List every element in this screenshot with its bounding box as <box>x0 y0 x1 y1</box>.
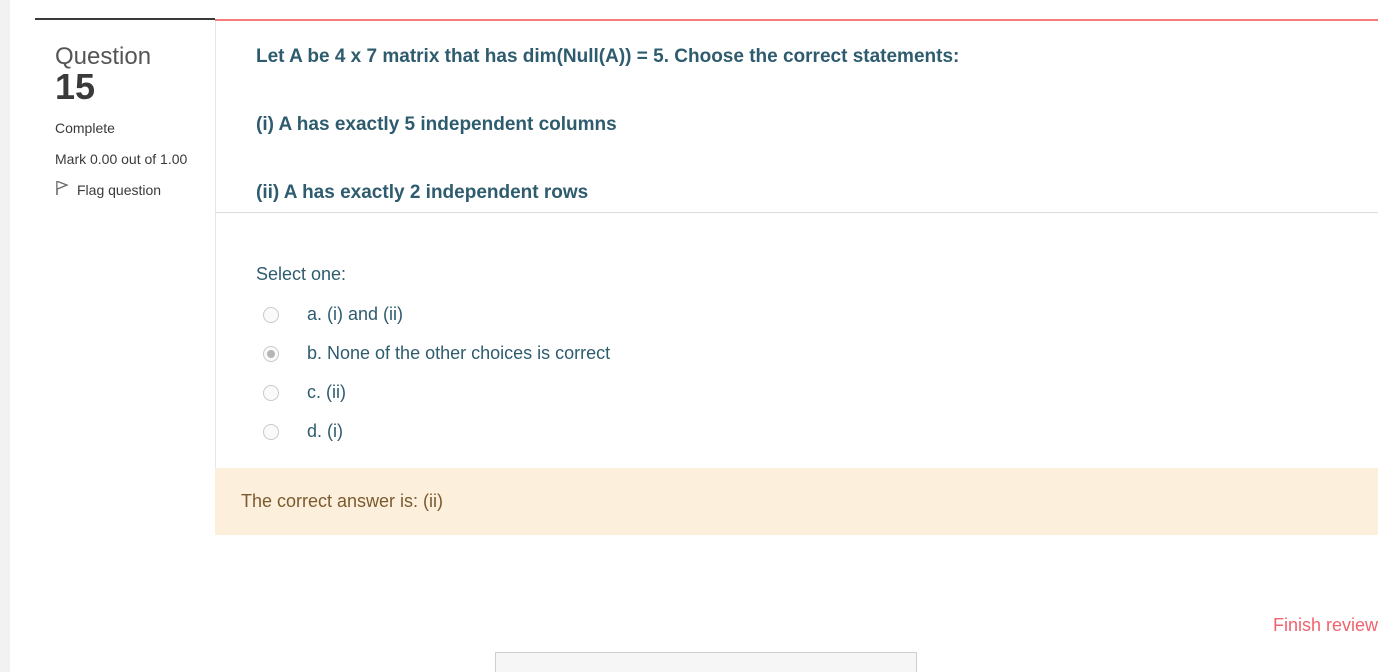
question-info-panel: Question 15 Complete Mark 0.00 out of 1.… <box>55 44 205 199</box>
answer-option-label: b. None of the other choices is correct <box>307 343 611 363</box>
radio-c[interactable] <box>263 384 279 401</box>
question-text: Let A be 4 x 7 matrix that has dim(Null(… <box>256 44 1366 248</box>
flag-question-link[interactable]: Flag question <box>55 180 205 199</box>
question-divider <box>215 212 1378 213</box>
answer-option-label: c. (ii) <box>307 382 346 402</box>
question-state: Complete <box>55 120 115 136</box>
feedback-text: The correct answer is: (ii) <box>241 491 444 511</box>
answer-block: Select one: a. (i) and (ii) b. None of t… <box>256 264 610 451</box>
content-top-border <box>215 19 1378 21</box>
quiz-navigation-box <box>495 652 917 672</box>
answer-prompt: Select one: <box>256 264 347 284</box>
answer-option-label: a. (i) and (ii) <box>307 304 404 324</box>
flag-question-label: Flag question <box>77 181 162 198</box>
page-left-gutter <box>0 0 10 672</box>
question-number: 15 <box>55 66 96 107</box>
correct-answer-feedback: The correct answer is: (ii) <box>215 468 1378 535</box>
answer-option-a[interactable]: a. (i) and (ii) <box>256 295 610 334</box>
answer-option-d[interactable]: d. (i) <box>256 412 610 451</box>
flag-icon <box>55 180 77 199</box>
question-statement-i: (i) A has exactly 5 independent columns <box>256 114 617 135</box>
content-left-border <box>215 21 216 535</box>
answer-option-label: d. (i) <box>307 421 343 441</box>
question-statement-ii: (ii) A has exactly 2 independent rows <box>256 182 589 203</box>
answer-option-c[interactable]: c. (ii) <box>256 373 610 412</box>
finish-review-link[interactable]: Finish review <box>1273 615 1378 636</box>
question-statement: Let A be 4 x 7 matrix that has dim(Null(… <box>256 46 960 67</box>
question-grade: Mark 0.00 out of 1.00 <box>55 151 188 167</box>
answer-option-b[interactable]: b. None of the other choices is correct <box>256 334 610 373</box>
radio-d[interactable] <box>263 423 279 440</box>
radio-a[interactable] <box>263 306 279 323</box>
info-top-border <box>35 18 215 20</box>
radio-b[interactable] <box>263 345 279 362</box>
